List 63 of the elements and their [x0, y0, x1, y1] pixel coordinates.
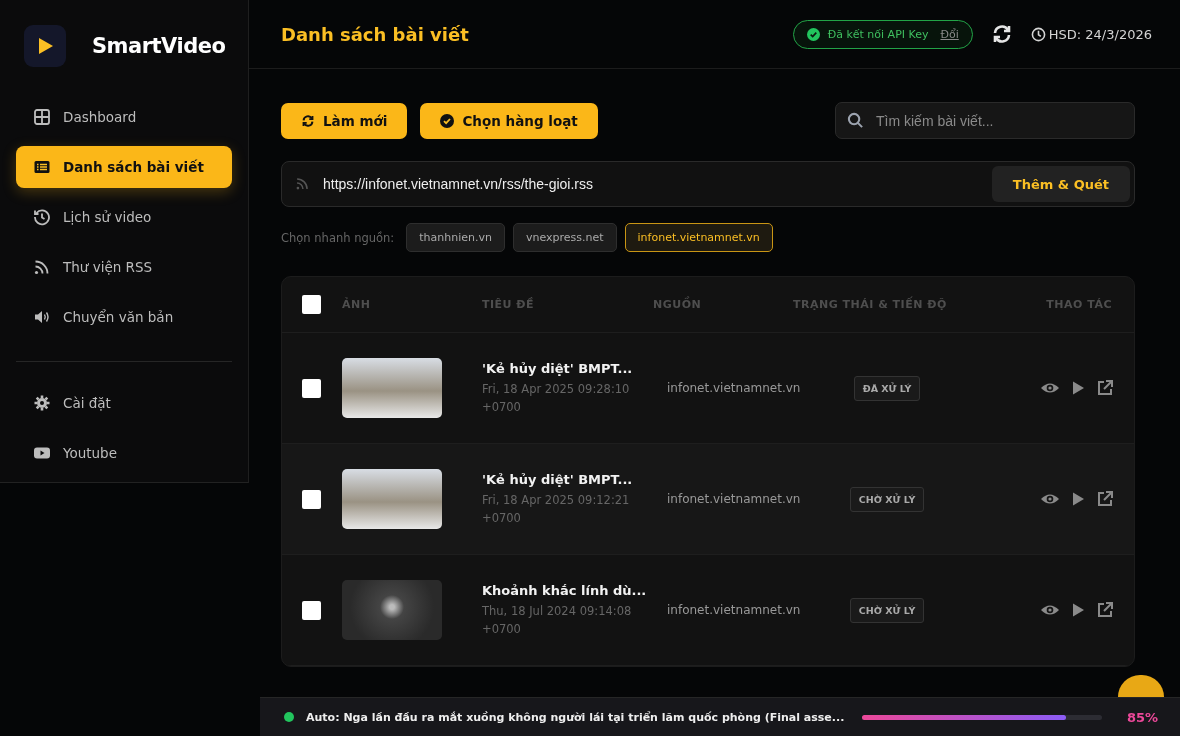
grid-icon [33, 108, 51, 126]
source-chip[interactable]: thanhnien.vn [406, 223, 505, 252]
progress-task-text: Auto: Nga lần đầu ra mắt xuồng không người lái tại triển lãm quốc phòng (Final asse... [306, 710, 845, 724]
source-chip[interactable]: vnexpress.net [512, 223, 617, 252]
api-status-text: Đã kết nối API Key [827, 27, 929, 41]
row-checkbox[interactable] [302, 600, 321, 620]
bulk-select-button[interactable]: Chọn hàng loạt [420, 102, 598, 139]
column-header: THAO TÁC [1045, 298, 1113, 311]
clock-icon [1030, 26, 1046, 42]
settings-icon [33, 394, 51, 412]
rss-icon [33, 258, 51, 276]
history-icon [33, 208, 51, 226]
external-link-icon[interactable] [1096, 379, 1114, 397]
column-header: ẢNH [342, 298, 372, 311]
sidebar-item[interactable]: Lịch sử video [16, 196, 232, 238]
page-title: Danh sách bài viết [281, 23, 469, 45]
expiry-text: HSD: 24/3/2026 [1048, 26, 1152, 42]
column-header: NGUỒN [653, 298, 703, 311]
quick-source-label: Chọn nhanh nguồn: [281, 230, 395, 245]
article-date: Thu, 18 Jul 2024 09:14:08 +0700 [482, 602, 633, 638]
article-date: Fri, 18 Apr 2025 09:12:21 +0700 [482, 491, 631, 527]
external-link-icon[interactable] [1096, 490, 1114, 508]
sidebar-item[interactable]: Chuyển văn bản [16, 296, 232, 338]
article-source: infonet.vietnamnet.vn [667, 603, 802, 617]
play-icon[interactable] [1070, 602, 1086, 618]
progress-percent: 85% [1125, 709, 1158, 725]
check-circle-icon [806, 27, 820, 41]
article-title[interactable]: 'Kẻ hủy diệt' BMPT... [482, 471, 667, 487]
status-badge: CHỜ XỬ LÝ [849, 486, 925, 512]
row-checkbox[interactable] [302, 378, 321, 398]
select-all-checkbox[interactable] [302, 295, 321, 314]
add-scan-button[interactable]: Thêm & Quét [991, 166, 1130, 202]
refresh-icon [301, 113, 315, 128]
change-key-link[interactable]: Đổi [940, 27, 959, 41]
sidebar-item[interactable]: Dashboard [16, 96, 232, 138]
column-header: TIÊU ĐỀ [482, 298, 536, 311]
status-badge: ĐÃ XỬ LÝ [853, 375, 921, 401]
refresh-button[interactable]: Làm mới [281, 102, 408, 139]
sidebar-item[interactable]: Youtube [16, 432, 232, 474]
article-source: infonet.vietnamnet.vn [667, 492, 802, 506]
sidebar-item[interactable]: Thư viện RSS [16, 246, 232, 288]
row-checkbox[interactable] [302, 489, 321, 509]
list-icon [33, 158, 51, 176]
article-title[interactable]: 'Kẻ hủy diệt' BMPT... [482, 360, 667, 376]
source-chip[interactable]: infonet.vietnamnet.vn [624, 223, 773, 252]
article-date: Fri, 18 Apr 2025 09:28:10 +0700 [482, 380, 631, 416]
external-link-icon[interactable] [1096, 601, 1114, 619]
brand-name: SmartVideo [92, 34, 226, 58]
floating-action-button[interactable] [1118, 675, 1164, 697]
search-field[interactable]: Tìm kiếm bài viết... [835, 102, 1135, 139]
status-badge: CHỜ XỬ LÝ [849, 597, 925, 623]
speaker-icon [33, 308, 51, 326]
play-icon[interactable] [1070, 491, 1086, 507]
check-circle-icon [440, 113, 455, 128]
article-title[interactable]: Khoảnh khắc lính dù... [482, 582, 667, 598]
sidebar-item[interactable]: Danh sách bài viết [16, 146, 232, 188]
status-dot-icon [284, 712, 294, 722]
play-icon[interactable] [1070, 380, 1086, 396]
search-icon [847, 112, 864, 129]
play-logo-icon [24, 25, 66, 67]
column-header: TRẠNG THÁI & TIẾN ĐỘ [793, 298, 948, 311]
sidebar-item[interactable]: Cài đặt [16, 382, 232, 424]
article-source: infonet.vietnamnet.vn [667, 381, 802, 395]
